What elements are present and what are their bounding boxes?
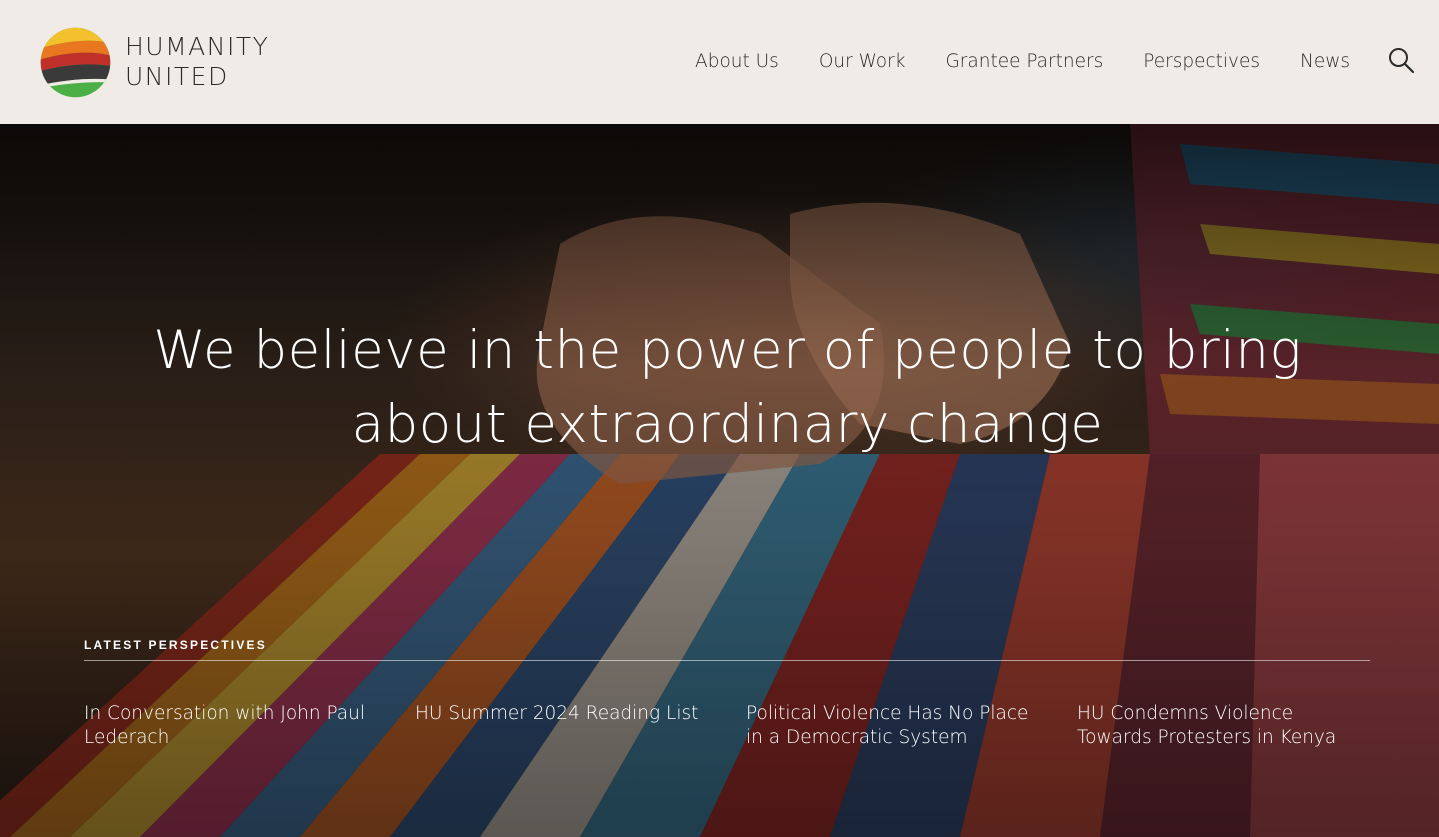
article-link[interactable]: In Conversation with John Paul Lederach bbox=[84, 702, 415, 750]
logo-line-2: UNITED bbox=[125, 62, 229, 91]
hero-headline: We believe in the power of people to bri… bbox=[153, 320, 1302, 455]
nav-perspectives[interactable]: Perspectives bbox=[1143, 51, 1260, 72]
article-link[interactable]: HU Summer 2024 Reading List bbox=[415, 702, 746, 750]
logo-wordmark: HUMANITY UNITED bbox=[125, 32, 269, 92]
nav-about-us[interactable]: About Us bbox=[695, 51, 779, 72]
article-link[interactable]: HU Condemns Violence Towards Protesters … bbox=[1077, 702, 1370, 750]
nav-grantee-partners[interactable]: Grantee Partners bbox=[945, 51, 1103, 72]
main-nav: About Us Our Work Grantee Partners Persp… bbox=[655, 46, 1350, 76]
site-header: HUMANITY UNITED About Us Our Work Grante… bbox=[0, 0, 1439, 124]
latest-articles-list: In Conversation with John Paul Lederach … bbox=[84, 702, 1370, 750]
search-icon[interactable] bbox=[1387, 46, 1415, 74]
hero-section: We believe in the power of people to bri… bbox=[0, 124, 1439, 837]
logo-line-1: HUMANITY bbox=[125, 32, 270, 61]
latest-perspectives-label: LATEST PERSPECTIVES bbox=[84, 638, 267, 652]
humanity-united-logo[interactable]: HUMANITY UNITED bbox=[40, 26, 269, 98]
logo-mark-icon bbox=[40, 27, 111, 97]
latest-divider bbox=[84, 660, 1370, 661]
article-link[interactable]: Political Violence Has No Place in a Dem… bbox=[746, 702, 1077, 750]
nav-news[interactable]: News bbox=[1300, 51, 1350, 72]
nav-our-work[interactable]: Our Work bbox=[819, 51, 906, 72]
